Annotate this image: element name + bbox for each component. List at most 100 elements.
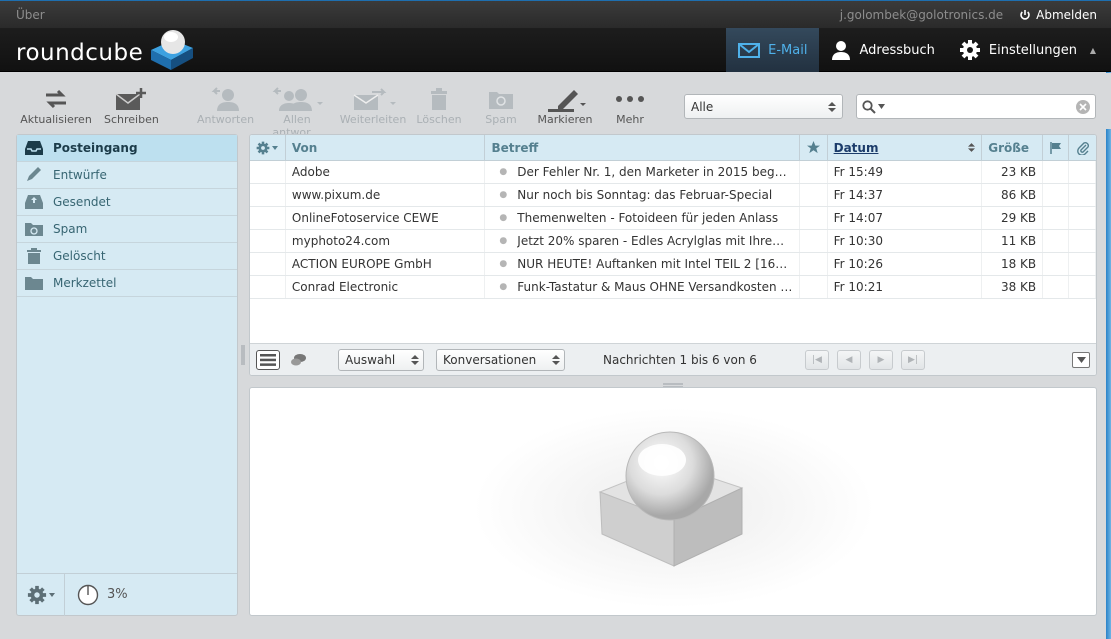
search-filter-select[interactable]: Alle: [684, 94, 843, 119]
gear-icon: [27, 585, 46, 604]
nav-addressbook-label: Adressbuch: [859, 42, 935, 58]
folder-spam[interactable]: Spam: [17, 216, 237, 243]
nav-settings[interactable]: Einstellungen: [947, 28, 1089, 72]
search-options[interactable]: [862, 99, 885, 114]
chevron-down-icon: [878, 104, 885, 109]
forward-button[interactable]: Weiterleiten: [339, 85, 407, 126]
column-flag[interactable]: [1043, 135, 1070, 160]
pager: |◀ ◀ ▶ ▶|: [804, 349, 925, 370]
folder-settings-button[interactable]: [17, 573, 65, 616]
table-row[interactable]: myphoto24.com ● Jetzt 20% sparen - Edles …: [250, 230, 1096, 253]
preview-pane: [249, 387, 1097, 616]
reply-all-button[interactable]: Allen antwor…: [259, 85, 335, 139]
status-dot-icon: ●: [499, 259, 508, 269]
sidebar-resize-handle[interactable]: [241, 345, 245, 365]
preview-resize-handle[interactable]: [663, 378, 683, 388]
row-from: ACTION EUROPE GmbH: [286, 253, 486, 275]
column-flagged[interactable]: [800, 135, 828, 160]
logout-button[interactable]: Abmelden: [1019, 8, 1097, 22]
row-subject: NUR HEUTE! Auftanken mit Intel TEIL 2 [1…: [517, 257, 794, 271]
table-row[interactable]: ACTION EUROPE GmbH ● NUR HEUTE! Auftanken…: [250, 253, 1096, 276]
nav-mail-label: E-Mail: [768, 42, 808, 58]
column-subject[interactable]: Betreff: [485, 135, 800, 160]
folder-trash-label: Gelöscht: [53, 249, 106, 263]
status-dot-icon: ●: [499, 190, 508, 200]
folder-sent[interactable]: Gesendet: [17, 189, 237, 216]
star-icon: [806, 141, 820, 154]
spam-button[interactable]: Spam: [478, 85, 524, 126]
delete-button[interactable]: Löschen: [414, 85, 464, 126]
sort-arrows-icon: [968, 143, 976, 152]
power-icon: [1020, 9, 1030, 20]
search-box[interactable]: [856, 94, 1096, 119]
status-dot-icon: ●: [499, 167, 508, 177]
logout-label: Abmelden: [1036, 7, 1097, 22]
message-count: Nachrichten 1 bis 6 von 6: [603, 352, 757, 367]
column-attachment[interactable]: [1069, 135, 1096, 160]
spam-label: Spam: [485, 113, 517, 126]
list-view-toggle[interactable]: [256, 349, 280, 370]
folder-icon: [25, 277, 43, 290]
about-link[interactable]: Über: [16, 8, 45, 22]
sent-icon: [25, 195, 43, 209]
last-page-button[interactable]: ▶|: [900, 349, 925, 370]
row-subject: Der Fehler Nr. 1, den Marketer in 2015 b…: [517, 165, 794, 179]
next-page-button[interactable]: ▶: [868, 349, 893, 370]
row-date: Fr 10:26: [828, 253, 983, 275]
paperclip-icon: [1076, 141, 1089, 155]
first-page-button[interactable]: |◀: [804, 349, 829, 370]
row-from: OnlineFotoservice CEWE: [286, 207, 486, 229]
nav-menu-toggle[interactable]: ▲: [1089, 28, 1097, 72]
row-from: myphoto24.com: [286, 230, 486, 252]
chevron-down-icon: [48, 592, 55, 597]
thread-view-toggle[interactable]: [288, 350, 310, 370]
column-size[interactable]: Größe: [982, 135, 1044, 160]
roundcube-logo-icon: [151, 30, 194, 70]
message-list-footer: Auswahl Konversationen Nachrichten 1 bis…: [250, 343, 1096, 375]
row-from: Conrad Electronic: [286, 276, 486, 298]
threads-select[interactable]: Konversationen: [436, 348, 565, 371]
preview-toggle-button[interactable]: [1072, 351, 1090, 368]
column-from[interactable]: Von: [286, 135, 486, 160]
table-row[interactable]: Adobe ● Der Fehler Nr. 1, den Marketer in…: [250, 161, 1096, 184]
table-row[interactable]: Conrad Electronic ● Funk-Tastatur & Maus …: [250, 276, 1096, 299]
mark-label: Markieren: [537, 113, 593, 126]
row-subject: Nur noch bis Sonntag: das Februar-Specia…: [517, 188, 773, 202]
select-arrows-icon: [552, 354, 560, 365]
row-from: www.pixum.de: [286, 184, 486, 206]
nav-mail[interactable]: E-Mail: [726, 28, 820, 72]
row-size: 23 KB: [982, 161, 1044, 183]
folder-sidebar: Posteingang Entwürfe Gesendet Spam Gelös…: [16, 134, 238, 616]
selection-select[interactable]: Auswahl: [338, 348, 424, 371]
reply-button[interactable]: Antworten: [197, 85, 255, 126]
search-input[interactable]: [889, 99, 1072, 114]
row-subject: Jetzt 20% sparen - Edles Acrylglas mit I…: [517, 234, 794, 248]
folder-drafts[interactable]: Entwürfe: [17, 162, 237, 189]
column-date-label: Datum: [833, 140, 879, 155]
folder-notes[interactable]: Merkzettel: [17, 270, 237, 297]
logo[interactable]: roundcube: [16, 30, 197, 72]
row-date: Fr 14:07: [828, 207, 983, 229]
roundcube-watermark-icon: [474, 408, 874, 608]
column-date[interactable]: Datum: [828, 135, 983, 160]
prev-page-button[interactable]: ◀: [836, 349, 861, 370]
spam-folder-icon: [25, 223, 43, 236]
chevron-down-icon: [1076, 356, 1086, 363]
folder-inbox[interactable]: Posteingang: [17, 135, 237, 162]
reply-icon: [211, 87, 239, 111]
reply-all-icon: [272, 87, 323, 111]
table-row[interactable]: www.pixum.de ● Nur noch bis Sonntag: das …: [250, 184, 1096, 207]
mark-button[interactable]: Markieren: [536, 85, 594, 126]
table-row[interactable]: OnlineFotoservice CEWE ● Themenwelten - F…: [250, 207, 1096, 230]
reply-label: Antworten: [197, 113, 255, 126]
status-dot-icon: ●: [499, 213, 508, 223]
folder-trash[interactable]: Gelöscht: [17, 243, 237, 270]
nav-addressbook[interactable]: Adressbuch: [819, 28, 946, 72]
refresh-button[interactable]: Aktualisieren: [20, 85, 92, 126]
pencil-icon: [27, 167, 41, 181]
more-button[interactable]: Mehr: [608, 85, 652, 126]
row-subject: Funk-Tastatur & Maus OHNE Versandkosten …: [517, 280, 794, 294]
list-options-button[interactable]: [250, 135, 286, 160]
compose-button[interactable]: Schreiben: [104, 85, 159, 126]
clear-search-icon[interactable]: [1076, 99, 1090, 114]
